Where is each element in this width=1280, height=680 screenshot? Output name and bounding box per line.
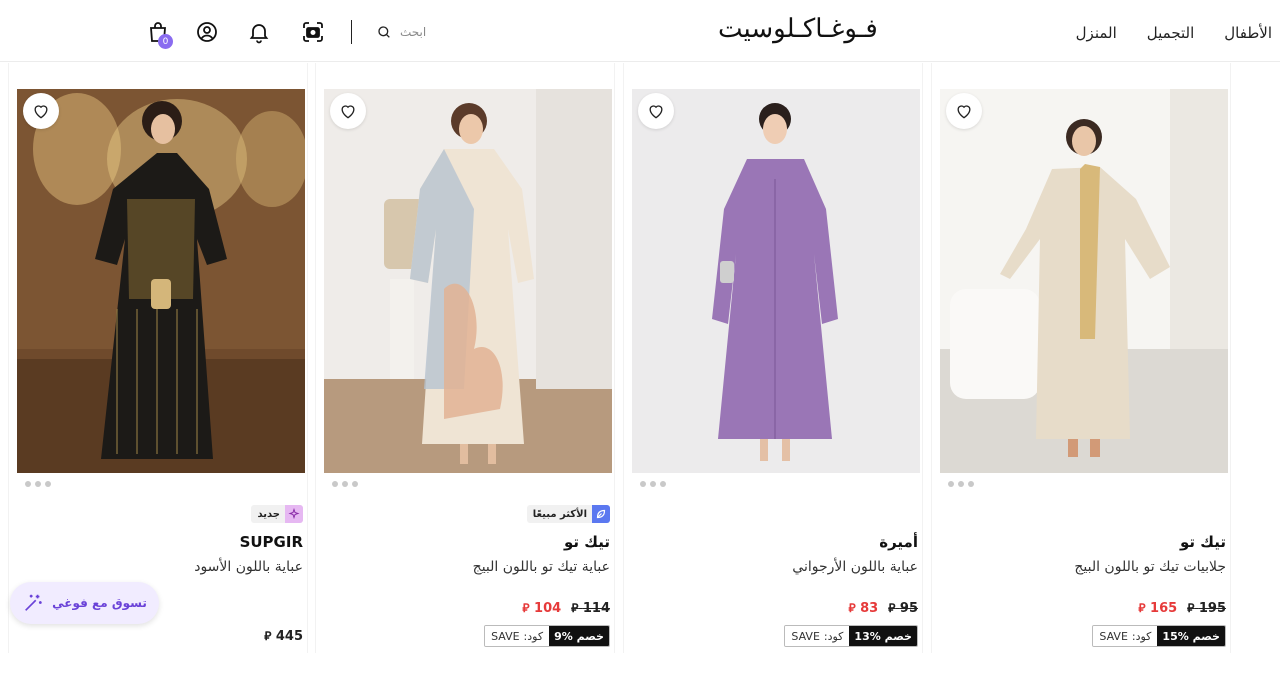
user-icon (197, 22, 217, 42)
product-price: ⃁ 445 (264, 629, 303, 644)
magic-wand-icon (25, 594, 42, 611)
original-price: ⃁ 195 (1187, 601, 1226, 616)
coupon-code: كود: SAVE (485, 626, 550, 646)
bestseller-badge: الأكثر مبيعًا (526, 505, 610, 523)
account-button[interactable] (193, 18, 221, 46)
product-price: ⃁ 195 ⃁ 165 (1138, 601, 1226, 616)
site-logo[interactable]: فـوغـاكـلوسيت (718, 14, 878, 44)
wishlist-button[interactable] (638, 93, 674, 129)
product-title[interactable]: عباية باللون الأرجواني (792, 559, 918, 575)
product-brand: SUPGIR (239, 533, 303, 551)
product-title[interactable]: عباية تيك تو باللون البيج (473, 559, 610, 575)
wishlist-button[interactable] (23, 93, 59, 129)
cart-count-badge: 0 (158, 34, 173, 49)
sale-price: ⃁ 83 (848, 601, 879, 616)
nav-kids[interactable]: الأطفال (1224, 24, 1272, 42)
image-carousel-dots[interactable] (332, 481, 358, 487)
original-price: ⃁ 95 (888, 601, 918, 616)
price: ⃁ 445 (264, 629, 303, 644)
search-input[interactable]: ابحث (376, 20, 426, 44)
product-price: ⃁ 114 ⃁ 104 (522, 601, 610, 616)
wishlist-button[interactable] (330, 93, 366, 129)
product-card[interactable]: جديد SUPGIR عباية باللون الأسود ⃁ 445 (8, 63, 308, 653)
coupon-badge[interactable]: 13% خصم كود: SAVE (784, 625, 918, 647)
main-nav: الأطفال التجميل المنزل (1076, 24, 1272, 42)
product-image[interactable] (17, 89, 305, 473)
product-image[interactable] (324, 89, 612, 473)
nav-home[interactable]: المنزل (1076, 24, 1117, 42)
coupon-badge[interactable]: 15% خصم كود: SAVE (1092, 625, 1226, 647)
product-brand: أميرة (879, 533, 918, 551)
original-price: ⃁ 114 (571, 601, 610, 616)
leaf-icon (592, 505, 610, 523)
sparkle-icon (285, 505, 303, 523)
coupon-badge[interactable]: 9% خصم كود: SAVE (484, 625, 610, 647)
wishlist-button[interactable] (946, 93, 982, 129)
product-image[interactable] (940, 89, 1228, 473)
product-brand: تيك تو (1180, 533, 1226, 551)
sale-price: ⃁ 165 (1138, 601, 1178, 616)
search-placeholder: ابحث (400, 25, 427, 39)
product-price: ⃁ 95 ⃁ 83 (848, 601, 918, 616)
notifications-button[interactable] (245, 18, 273, 46)
bell-icon (249, 24, 269, 44)
product-card[interactable]: الأكثر مبيعًا تيك تو عباية تيك تو باللون… (315, 63, 615, 653)
shop-with-assistant-button[interactable]: تسوق مع فوغي (10, 582, 159, 624)
badge-label: الأكثر مبيعًا (532, 508, 587, 520)
nav-beauty[interactable]: التجميل (1147, 24, 1195, 42)
heart-icon (957, 105, 971, 119)
discount-label: 9% خصم (549, 626, 609, 646)
site-header: الأطفال التجميل المنزل فـوغـاكـلوسيت ابح… (0, 0, 1280, 62)
discount-label: 13% خصم (849, 626, 917, 646)
badge-label: جديد (257, 508, 280, 520)
image-carousel-dots[interactable] (25, 481, 51, 487)
sale-price: ⃁ 104 (522, 601, 562, 616)
coupon-code: كود: SAVE (785, 626, 850, 646)
discount-label: 15% خصم (1157, 626, 1225, 646)
product-brand: تيك تو (564, 533, 610, 551)
camera-search-button[interactable] (299, 18, 327, 46)
heart-icon (649, 105, 663, 119)
new-badge: جديد (251, 505, 303, 523)
product-card[interactable]: تيك تو جلابيات تيك تو باللون البيج ⃁ 195… (931, 63, 1231, 653)
image-carousel-dots[interactable] (640, 481, 666, 487)
product-title[interactable]: جلابيات تيك تو باللون البيج (1074, 559, 1226, 575)
header-divider (351, 20, 352, 44)
heart-icon (341, 105, 355, 119)
camera-icon (303, 22, 323, 42)
image-carousel-dots[interactable] (948, 481, 974, 487)
search-icon (378, 26, 390, 38)
heart-icon (34, 105, 48, 119)
product-card[interactable]: أميرة عباية باللون الأرجواني ⃁ 95 ⃁ 83 1… (623, 63, 923, 653)
product-image[interactable] (632, 89, 920, 473)
product-title[interactable]: عباية باللون الأسود (194, 559, 303, 575)
fab-label: تسوق مع فوغي (52, 596, 147, 610)
coupon-code: كود: SAVE (1093, 626, 1158, 646)
